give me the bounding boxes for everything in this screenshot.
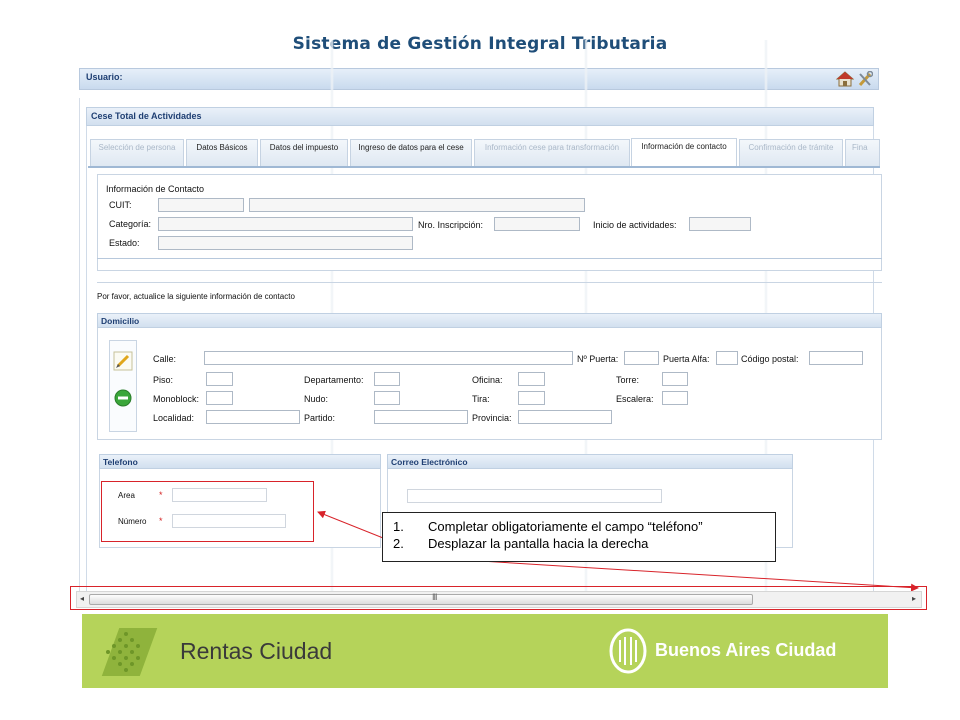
- home-icon[interactable]: [836, 71, 854, 87]
- nudo-label: Nudo:: [304, 394, 329, 404]
- tira-input[interactable]: [518, 391, 545, 405]
- area-input[interactable]: [172, 488, 267, 502]
- nro-inscripcion-label: Nro. Inscripción:: [418, 220, 484, 230]
- departamento-input[interactable]: [374, 372, 400, 386]
- puerta-alfa-label: Puerta Alfa:: [663, 354, 710, 364]
- escalera-input[interactable]: [662, 391, 688, 405]
- section-title: Cese Total de Actividades: [91, 111, 202, 121]
- piso-label: Piso:: [153, 375, 174, 385]
- localidad-label: Localidad:: [153, 413, 195, 423]
- estado-field: [158, 236, 413, 250]
- oficina-label: Oficina:: [472, 375, 503, 385]
- numero-required-mark: *: [159, 516, 163, 526]
- nro-puerta-label: Nº Puerta:: [577, 354, 619, 364]
- numero-input[interactable]: [172, 514, 286, 528]
- piso-input[interactable]: [206, 372, 233, 386]
- partido-input[interactable]: [374, 410, 468, 424]
- telefono-title: Telefono: [103, 457, 138, 467]
- user-bar: Usuario:: [79, 68, 879, 90]
- correo-input[interactable]: [407, 489, 662, 503]
- scrollbar-highlight: [70, 586, 927, 610]
- divider: [97, 282, 882, 283]
- correo-header: Correo Electrónico: [387, 454, 793, 469]
- tira-label: Tira:: [472, 394, 490, 404]
- monoblock-input[interactable]: [206, 391, 233, 405]
- nro-inscripcion-field: [494, 217, 580, 231]
- escalera-label: Escalera:: [616, 394, 654, 404]
- area-required-mark: *: [159, 490, 163, 500]
- rentas-logo-icon: [101, 628, 158, 676]
- contact-info-title: Información de Contacto: [106, 184, 205, 194]
- monoblock-label: Monoblock:: [153, 394, 200, 404]
- remove-icon[interactable]: [114, 389, 132, 407]
- partido-label: Partido:: [304, 413, 336, 423]
- provincia-label: Provincia:: [472, 413, 512, 423]
- tab-underline: [88, 166, 880, 168]
- buenos-aires-logo-icon: [609, 628, 647, 674]
- section-header: Cese Total de Actividades: [86, 107, 874, 126]
- tab-datos-impuesto[interactable]: Datos del impuesto: [260, 139, 348, 166]
- update-instructions: Por favor, actualice la siguiente inform…: [97, 292, 295, 301]
- area-label: Area: [118, 491, 135, 500]
- domicilio-title: Domicilio: [101, 316, 140, 326]
- razon-social-field: [249, 198, 585, 212]
- instruction-callout: 1. Completar obligatoriamente el campo “…: [382, 512, 776, 562]
- categoria-field: [158, 217, 413, 231]
- tools-icon[interactable]: [857, 71, 873, 87]
- estado-label: Estado:: [109, 238, 140, 248]
- page-title: Sistema de Gestión Integral Tributaria: [292, 34, 668, 54]
- codigo-postal-label: Código postal:: [741, 354, 799, 364]
- localidad-input[interactable]: [206, 410, 300, 424]
- oficina-input[interactable]: [518, 372, 545, 386]
- tab-confirmacion-tramite: Confirmación de trámite: [739, 139, 843, 166]
- callout-item: 2. Desplazar la pantalla hacia la derech…: [393, 535, 775, 552]
- footer-banner: Rentas Ciudad Buenos Aires Ciudad: [82, 614, 888, 688]
- codigo-postal-input[interactable]: [809, 351, 863, 365]
- callout-text: Completar obligatoriamente el campo “tel…: [428, 519, 703, 534]
- inicio-actividades-label: Inicio de actividades:: [593, 220, 677, 230]
- callout-text: Desplazar la pantalla hacia la derecha: [428, 536, 649, 551]
- buenos-aires-ciudad-brand: Buenos Aires Ciudad: [655, 640, 837, 660]
- correo-title: Correo Electrónico: [391, 457, 468, 467]
- tab-ingreso-datos-cese[interactable]: Ingreso de datos para el cese: [350, 139, 472, 166]
- tab-info-cese-transformacion: Información cese para transformación: [474, 139, 630, 166]
- tab-datos-basicos[interactable]: Datos Básicos: [186, 139, 258, 166]
- departamento-label: Departamento:: [304, 375, 364, 385]
- torre-input[interactable]: [662, 372, 688, 386]
- panel-divider: [97, 258, 882, 259]
- edit-icon[interactable]: [113, 351, 133, 371]
- tab-finalizar: Fina: [845, 139, 880, 166]
- tab-seleccion-persona: Selección de persona: [90, 139, 184, 166]
- telefono-header: Telefono: [99, 454, 381, 469]
- calle-input[interactable]: [204, 351, 573, 365]
- numero-label: Número: [118, 517, 147, 526]
- calle-label: Calle:: [153, 354, 177, 364]
- inicio-actividades-field: [689, 217, 751, 231]
- torre-label: Torre:: [616, 375, 640, 385]
- user-label: Usuario:: [86, 72, 123, 82]
- domicilio-header: Domicilio: [97, 313, 882, 328]
- callout-number: 2.: [393, 536, 404, 551]
- rentas-ciudad-brand: Rentas Ciudad: [180, 638, 333, 664]
- categoria-label: Categoría:: [109, 219, 152, 229]
- callout-number: 1.: [393, 519, 404, 534]
- tab-info-contacto[interactable]: Información de contacto: [631, 138, 737, 167]
- puerta-alfa-input[interactable]: [716, 351, 738, 365]
- callout-item: 1. Completar obligatoriamente el campo “…: [393, 518, 775, 535]
- cuit-field: [158, 198, 244, 212]
- nro-puerta-input[interactable]: [624, 351, 659, 365]
- cuit-label: CUIT:: [109, 200, 132, 210]
- provincia-input[interactable]: [518, 410, 612, 424]
- nudo-input[interactable]: [374, 391, 400, 405]
